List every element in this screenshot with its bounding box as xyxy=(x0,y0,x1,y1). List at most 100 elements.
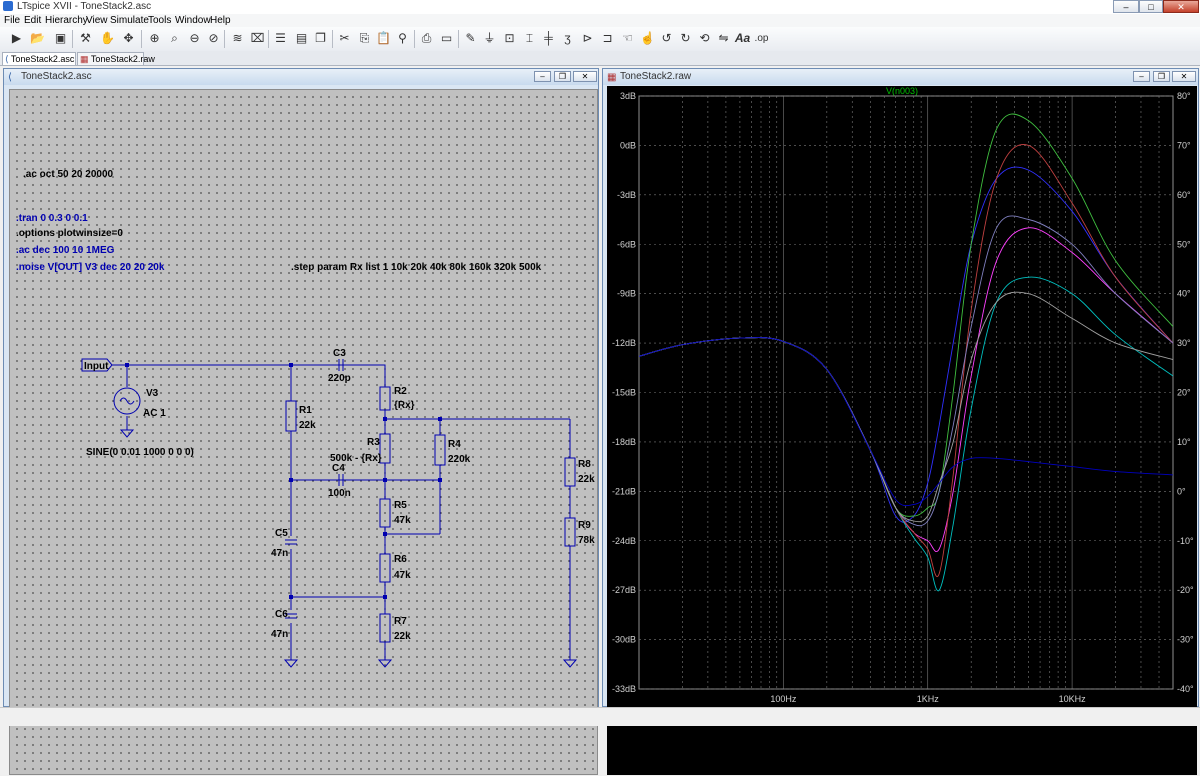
pan-icon[interactable]: ✥ xyxy=(120,30,137,47)
resistor-r7[interactable] xyxy=(379,613,391,643)
halt-icon[interactable]: ✋ xyxy=(99,30,116,47)
trace-label[interactable]: V(n003) xyxy=(886,86,918,96)
cut-icon[interactable]: ✂ xyxy=(336,30,353,47)
series-line-4[interactable] xyxy=(639,113,1173,517)
y-right-tick-label: 40° xyxy=(1177,289,1191,299)
ground-icon xyxy=(562,659,578,668)
series-line-5[interactable] xyxy=(639,215,1173,527)
y-left-tick-label: -21dB xyxy=(612,486,636,496)
minimize-button[interactable]: – xyxy=(1113,0,1139,13)
r8-ref: R8 xyxy=(578,459,591,470)
run-icon[interactable]: ▶ xyxy=(8,30,25,47)
zoom-in-icon[interactable]: ⊕ xyxy=(146,30,163,47)
tile-vertical-icon[interactable]: ▤ xyxy=(293,30,310,47)
schematic-canvas[interactable]: .ac oct 50 20 20000 .tran 0 0.3 0 0.1 .o… xyxy=(9,89,598,775)
drag-icon[interactable]: ☝ xyxy=(639,30,656,47)
label-net-icon[interactable]: ⊡ xyxy=(501,30,518,47)
waveform-window-titlebar: ▦ ToneStack2.raw – ❐ ✕ xyxy=(603,69,1198,85)
series-line-6[interactable] xyxy=(639,291,1173,523)
directive-tran[interactable]: .tran 0 0.3 0 0.1 xyxy=(16,213,88,224)
menu-view[interactable]: View xyxy=(86,15,108,26)
component-icon[interactable]: ⊐ xyxy=(599,30,616,47)
schematic-restore-button[interactable]: ❐ xyxy=(554,71,571,82)
directive-ac-oct[interactable]: .ac oct 50 20 20000 xyxy=(23,169,114,180)
resistor-r4[interactable] xyxy=(434,434,446,466)
zoom-fit-icon[interactable]: ⊘ xyxy=(205,30,222,47)
directive-ac-dec[interactable]: .ac dec 100 10 1MEG xyxy=(16,245,115,256)
y-left-tick-label: -12dB xyxy=(612,338,636,348)
ground-icon[interactable]: ⏚ xyxy=(481,30,498,47)
capacitor-icon[interactable]: ╪ xyxy=(540,30,557,47)
r3-ref: R3 xyxy=(367,437,380,448)
r9-ref: R9 xyxy=(578,520,591,531)
move-icon[interactable]: ☜ xyxy=(619,30,636,47)
resistor-r5[interactable] xyxy=(379,498,391,528)
waveform-minimize-button[interactable]: – xyxy=(1133,71,1150,82)
resistor-r9[interactable] xyxy=(564,517,576,547)
r4-value: 220k xyxy=(448,454,471,465)
resistor-r8[interactable] xyxy=(564,457,576,487)
menu-help[interactable]: Help xyxy=(210,15,231,26)
paste-icon[interactable]: 📋 xyxy=(375,30,392,47)
control-panel-icon[interactable]: ⚒ xyxy=(77,30,94,47)
maximize-button[interactable]: □ xyxy=(1139,0,1163,13)
v3-tran-label: SINE(0 0.01 1000 0 0 0) xyxy=(86,447,194,458)
resistor-r2[interactable] xyxy=(379,386,391,411)
save-icon[interactable]: ▣ xyxy=(52,30,69,47)
directive-options[interactable]: .options plotwinsize=0 xyxy=(16,228,123,239)
tile-horizontal-icon[interactable]: ☰ xyxy=(272,30,289,47)
x-axis: 100Hz 1KHz 10KHz xyxy=(770,694,1086,704)
series-line-3[interactable] xyxy=(639,144,1173,577)
print-preview-icon[interactable]: ▭ xyxy=(438,30,455,47)
resistor-r6[interactable] xyxy=(379,553,391,583)
y-right-tick-label: -20° xyxy=(1177,585,1194,595)
draw-wire-icon[interactable]: ✎ xyxy=(462,30,479,47)
inductor-icon[interactable]: ʒ xyxy=(559,30,576,47)
schematic-minimize-button[interactable]: – xyxy=(534,71,551,82)
menu-file[interactable]: File xyxy=(4,15,20,26)
zoom-out-icon[interactable]: ⊖ xyxy=(186,30,203,47)
r8-value: 22k xyxy=(578,474,595,485)
tab-schematic-label: ToneStack2.asc xyxy=(10,54,75,64)
diode-icon[interactable]: ⊳ xyxy=(579,30,596,47)
close-button[interactable]: ✕ xyxy=(1163,0,1199,13)
y-left-tick-label: -27dB xyxy=(612,585,636,595)
spice-directive-icon[interactable]: .op xyxy=(753,30,770,47)
r4-ref: R4 xyxy=(448,439,461,450)
rotate-icon[interactable]: ⟲ xyxy=(696,30,713,47)
waveform-restore-button[interactable]: ❐ xyxy=(1153,71,1170,82)
cascade-icon[interactable]: ❐ xyxy=(312,30,329,47)
find-icon[interactable]: ⚲ xyxy=(394,30,411,47)
directive-noise[interactable]: .noise V[OUT] V3 dec 20 20 20k xyxy=(16,262,165,273)
plot-pane[interactable]: V(n003) 3dB 0dB -3dB -6dB -9dB -12dB -15dB -18d… xyxy=(607,86,1197,775)
text-icon[interactable]: Aa xyxy=(734,30,751,47)
series-line-1[interactable] xyxy=(639,227,1173,553)
y-left-tick-label: -24dB xyxy=(612,536,636,546)
menu-simulate[interactable]: Simulate xyxy=(110,15,149,26)
menu-edit[interactable]: Edit xyxy=(24,15,41,26)
y-right-tick-label: -30° xyxy=(1177,635,1194,645)
resistor-icon[interactable]: ⌶ xyxy=(521,30,538,47)
autorange-icon[interactable]: ≋ xyxy=(229,30,246,47)
copy-icon[interactable]: ⎘ xyxy=(356,30,373,47)
menu-hierarchy[interactable]: Hierarchy xyxy=(45,15,88,26)
delete-trace-icon[interactable]: ⌧ xyxy=(249,30,266,47)
schematic-close-button[interactable]: ✕ xyxy=(573,71,597,82)
series-line-2[interactable] xyxy=(639,276,1173,592)
redo-icon[interactable]: ↻ xyxy=(677,30,694,47)
tab-waveform[interactable]: ▦ ToneStack2.raw xyxy=(77,52,155,65)
resistor-r1[interactable] xyxy=(285,400,297,432)
c3-ref: C3 xyxy=(333,348,346,359)
directive-step[interactable]: .step param Rx list 1 10k 20k 40k 80k 16… xyxy=(291,262,542,273)
undo-icon[interactable]: ↺ xyxy=(658,30,675,47)
mirror-icon[interactable]: ⇋ xyxy=(715,30,732,47)
waveform-close-button[interactable]: ✕ xyxy=(1172,71,1196,82)
zoom-pan-icon[interactable]: ⌕ xyxy=(166,30,183,47)
series-line-7[interactable] xyxy=(639,337,1173,507)
open-icon[interactable]: 📂 xyxy=(29,30,46,47)
r1-value: 22k xyxy=(299,420,316,431)
menu-window[interactable]: Window xyxy=(175,15,211,26)
print-icon[interactable]: ⎙ xyxy=(418,30,435,47)
tab-schematic[interactable]: ⟨ ToneStack2.asc xyxy=(2,52,76,65)
menu-tools[interactable]: Tools xyxy=(148,15,171,26)
